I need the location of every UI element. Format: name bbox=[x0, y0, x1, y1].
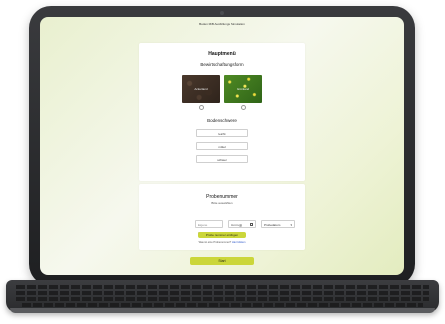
app-title: Boden MiB Ausfüllungs Simulation bbox=[199, 22, 245, 26]
sample-date-select-value: Probedatum bbox=[264, 223, 281, 227]
key-row-1 bbox=[16, 285, 429, 289]
chevron-down-icon: ▾ bbox=[290, 223, 292, 227]
key-row-3 bbox=[16, 297, 429, 301]
sample-number-heading: Probenummer bbox=[206, 194, 238, 200]
soil-weight-label: Bodenschwere bbox=[207, 118, 237, 123]
date-input[interactable]: tt.mm.jjjj bbox=[228, 220, 256, 228]
tile-ackerland[interactable]: Ackerland bbox=[182, 75, 220, 103]
customer-id-input[interactable]: Eigene Kundennr./Lab bbox=[195, 220, 223, 235]
radio-gruenland[interactable] bbox=[241, 105, 246, 110]
soil-schwer-button[interactable]: schwer bbox=[196, 155, 248, 163]
key-row-4 bbox=[22, 303, 423, 307]
sample-number-subtitle: Bitte auswählen bbox=[211, 201, 233, 205]
tablet-frame: Boden MiB Ausfüllungs Simulation Hauptme… bbox=[29, 6, 415, 286]
sample-number-card: Probenummer Bitte auswählen Eigene Kunde… bbox=[139, 184, 305, 250]
tile-gruenland[interactable]: Grünland bbox=[224, 75, 262, 103]
tile-gruenland-label: Grünland bbox=[236, 87, 250, 91]
keyboard-edge bbox=[10, 308, 435, 313]
soil-mittel-button[interactable]: mittel bbox=[196, 142, 248, 150]
radio-ackerland[interactable] bbox=[199, 105, 204, 110]
add-sample-number-button[interactable]: Probe nummer einfügen bbox=[198, 232, 246, 238]
camera-dot bbox=[220, 11, 224, 15]
calendar-icon bbox=[250, 223, 253, 227]
tile-ackerland-label: Ackerland bbox=[194, 87, 208, 91]
sample-help-text: Was ist eine Probenummer? Hier klicken bbox=[139, 241, 305, 244]
main-menu-heading: Hauptmenü bbox=[208, 51, 236, 57]
key-row-2 bbox=[16, 291, 429, 295]
tablet-screen: Boden MiB Ausfüllungs Simulation Hauptme… bbox=[40, 17, 404, 275]
cultivation-label: Bewirtschaftungsform bbox=[200, 62, 244, 67]
date-input-value: tt.mm.jjjj bbox=[231, 223, 242, 227]
sample-help-prefix: Was ist eine Probenummer? bbox=[198, 241, 232, 244]
sample-date-select[interactable]: Probedatum ▾ bbox=[261, 220, 295, 228]
sample-help-link[interactable]: Hier klicken bbox=[232, 241, 245, 244]
soil-leicht-button[interactable]: leicht bbox=[196, 129, 248, 137]
start-button[interactable]: Start bbox=[190, 257, 254, 265]
main-menu-card: Hauptmenü Bewirtschaftungsform Ackerland… bbox=[139, 43, 305, 181]
